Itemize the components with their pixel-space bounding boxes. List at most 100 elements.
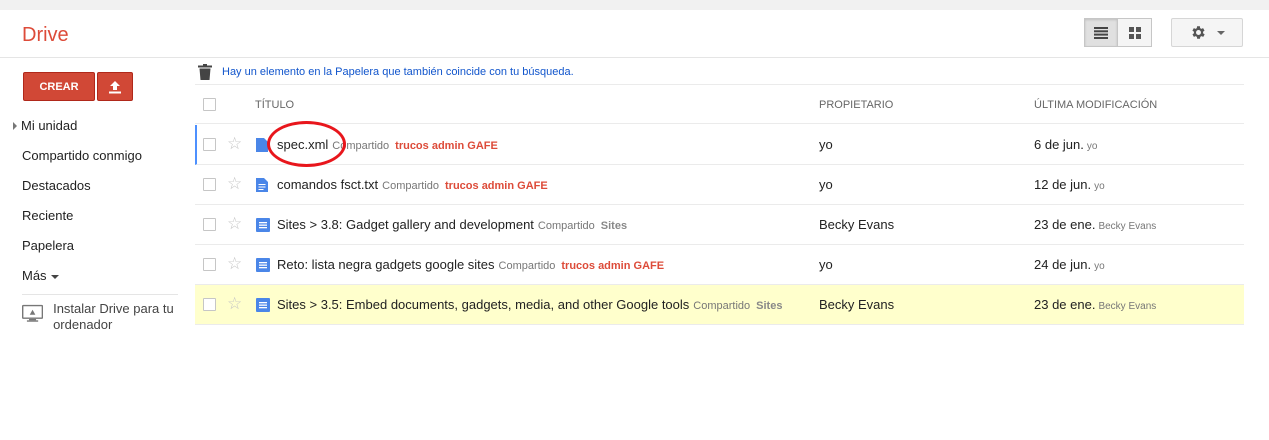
row-checkbox[interactable] [203,298,216,311]
sidebar-item-label: Mi unidad [21,118,78,133]
shared-label: Compartido [537,220,595,232]
collection-label[interactable]: trucos admin GAFE [445,180,548,192]
sidebar-item-papelera[interactable]: Papelera [0,235,190,265]
modified-date-text: 6 de jun. [1034,137,1084,152]
grid-view-button[interactable] [1118,18,1152,47]
row-checkbox[interactable] [203,258,216,271]
google-doc-icon [256,258,270,272]
modified-by: yo [1094,181,1105,192]
modified-by: yo [1094,261,1105,272]
modified-date: 24 de jun. yo [1034,257,1105,272]
file-name[interactable]: spec.xml [277,137,328,152]
table-header: TÍTULO PROPIETARIO ÚLTIMA MODIFICACIÓN [195,84,1244,124]
upload-icon [109,80,121,93]
sidebar-item-label: Papelera [22,238,75,253]
install-drive-link[interactable]: Instalar Drive para tu ordenador [22,301,182,333]
shared-label: Compartido [693,300,751,312]
sidebar-item-label: Compartido conmigo [22,148,142,163]
collection-label[interactable]: trucos admin GAFE [395,140,498,152]
sidebar-divider [22,294,178,295]
sidebar-item-label: Reciente [22,208,74,223]
star-icon[interactable]: ☆ [227,295,242,312]
create-row: CREAR [23,72,133,101]
sidebar-item-destacados[interactable]: Destacados [0,175,190,205]
file-title[interactable]: Sites > 3.8: Gadget gallery and developm… [277,217,627,232]
trash-icon [198,64,212,80]
row-checkbox[interactable] [203,178,216,191]
modified-date-text: 23 de ene. [1034,217,1096,232]
trash-notice-link[interactable]: Hay un elemento en la Papelera que tambi… [222,66,574,78]
modified-date: 6 de jun. yo [1034,137,1097,152]
row-checkbox[interactable] [203,218,216,231]
view-toggle [1084,18,1152,47]
column-title[interactable]: TÍTULO [255,99,294,111]
modified-date-text: 24 de jun. [1034,257,1092,272]
sidebar-nav: Mi unidad Compartido conmigo Destacados … [0,115,190,295]
file-name[interactable]: comandos fsct.txt [277,177,378,192]
file-name[interactable]: Reto: lista negra gadgets google sites [277,257,495,272]
sidebar-item-reciente[interactable]: Reciente [0,205,190,235]
modified-date: 23 de ene. Becky Evans [1034,217,1156,232]
sidebar-item-mi-unidad[interactable]: Mi unidad [0,115,190,145]
sidebar-item-mas[interactable]: Más [0,265,190,295]
owner: yo [819,137,833,152]
star-icon[interactable]: ☆ [227,175,242,192]
collection-label[interactable]: Sites [601,220,627,232]
owner: yo [819,257,833,272]
row-checkbox[interactable] [203,138,216,151]
settings-button[interactable] [1171,18,1243,47]
file-title[interactable]: Sites > 3.5: Embed documents, gadgets, m… [277,297,782,312]
file-name[interactable]: Sites > 3.5: Embed documents, gadgets, m… [277,297,689,312]
select-all-checkbox[interactable] [203,98,216,111]
google-doc-icon [256,298,270,312]
owner: yo [819,177,833,192]
header: Drive [0,10,1269,58]
file-title[interactable]: Reto: lista negra gadgets google sites Co… [277,257,664,272]
expand-arrow-icon[interactable] [13,122,17,130]
create-button[interactable]: CREAR [23,72,95,101]
modified-by: yo [1086,141,1098,152]
list-view-icon [1094,26,1108,39]
column-modified[interactable]: ÚLTIMA MODIFICACIÓN [1034,99,1157,111]
list-view-button[interactable] [1084,18,1118,47]
star-icon[interactable]: ☆ [227,255,242,272]
file-title[interactable]: comandos fsct.txt Compartido trucos admin … [277,177,548,192]
modified-date: 23 de ene. Becky Evans [1034,297,1156,312]
column-owner[interactable]: PROPIETARIO [819,99,893,111]
trash-notice: Hay un elemento en la Papelera que tambi… [198,62,574,82]
collection-label[interactable]: trucos admin GAFE [561,260,664,272]
sidebar-item-compartido-conmigo[interactable]: Compartido conmigo [0,145,190,175]
modified-date-text: 23 de ene. [1034,297,1096,312]
grid-view-icon [1128,26,1141,39]
file-name[interactable]: Sites > 3.8: Gadget gallery and developm… [277,217,534,232]
upload-button[interactable] [97,72,133,101]
sidebar-item-label: Destacados [22,178,91,193]
shared-label: Compartido [498,260,556,272]
collection-label[interactable]: Sites [756,300,782,312]
sidebar-item-label: Más [22,268,47,283]
file-title[interactable]: spec.xml Compartido trucos admin GAFE [277,137,498,152]
modified-by: Becky Evans [1098,221,1157,232]
text-file-icon [256,178,268,192]
table-row[interactable]: ☆ Sites > 3.5: Embed documents, gadgets,… [195,285,1244,325]
chevron-down-icon [1216,30,1225,35]
table-row[interactable]: ☆ Reto: lista negra gadgets google sites… [195,245,1244,285]
owner: Becky Evans [819,297,895,312]
star-icon[interactable]: ☆ [227,215,242,232]
top-strip [0,0,1269,10]
chevron-down-icon [50,274,59,279]
google-doc-icon [256,218,270,232]
table-row[interactable]: ☆ comandos fsct.txt Compartido trucos admi… [195,165,1244,205]
table-row[interactable]: ☆ Sites > 3.8: Gadget gallery and develo… [195,205,1244,245]
owner: Becky Evans [819,217,895,232]
star-icon[interactable]: ☆ [227,135,242,152]
install-drive-text: Instalar Drive para tu ordenador [53,301,174,332]
modified-by: Becky Evans [1098,301,1157,312]
document-icon [256,138,268,152]
shared-label: Compartido [332,140,390,152]
modified-date: 12 de jun. yo [1034,177,1105,192]
computer-drive-icon [22,304,44,322]
table-row[interactable]: ☆ spec.xml Compartido trucos admin GAFE yo… [195,125,1244,165]
shared-label: Compartido [382,180,440,192]
drive-logo[interactable]: Drive [22,24,69,47]
